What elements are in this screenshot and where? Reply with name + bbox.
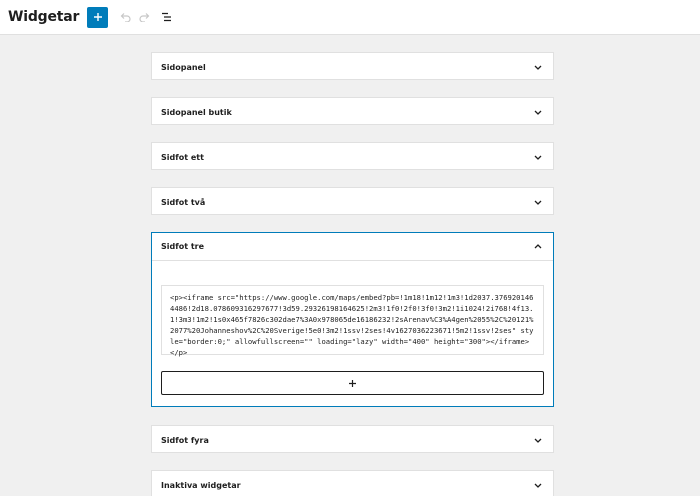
chevron-down-icon [533, 197, 543, 207]
widget-area-sidfot-fyra: Sidfot fyra [151, 425, 554, 453]
list-view-button[interactable] [159, 9, 175, 25]
html-code[interactable]: <p><iframe src="https://www.google.com/m… [170, 292, 535, 358]
widget-area-sidfot-tre: Sidfot tre <p><iframe src="https://www.g… [151, 232, 554, 407]
widget-area-toggle[interactable]: Sidfot fyra [152, 426, 553, 454]
widget-area-title: Inaktiva widgetar [161, 480, 241, 490]
page-title: Widgetar [8, 9, 80, 25]
chevron-down-icon [533, 107, 543, 117]
redo-button[interactable] [137, 9, 153, 25]
chevron-down-icon [533, 480, 543, 490]
undo-icon [120, 13, 131, 22]
widget-area-content: <p><iframe src="https://www.google.com/m… [152, 261, 553, 404]
widget-area-title: Sidfot tre [161, 242, 205, 251]
widget-area-title: Sidopanel butik [161, 107, 232, 117]
chevron-down-icon [533, 152, 543, 162]
list-view-icon [162, 12, 172, 22]
widget-area-toggle[interactable]: Sidfot ett [152, 143, 553, 171]
undo-button[interactable] [117, 9, 133, 25]
add-widget-button[interactable] [161, 371, 544, 395]
widget-area-sidopanel: Sidopanel [151, 52, 554, 80]
widget-area-sidfot-ett: Sidfot ett [151, 142, 554, 170]
widget-area-title: Sidfot ett [161, 152, 204, 162]
widget-area-toggle[interactable]: Sidopanel butik [152, 98, 553, 126]
widget-area-toggle[interactable]: Sidopanel [152, 53, 553, 81]
widget-area-title: Sidfot två [161, 197, 206, 207]
plus-icon [349, 379, 356, 387]
redo-icon [139, 13, 150, 22]
custom-html-block[interactable]: <p><iframe src="https://www.google.com/m… [161, 285, 544, 358]
widget-area-title: Sidfot fyra [161, 435, 209, 445]
add-block-button[interactable] [87, 6, 109, 28]
widget-area-toggle[interactable]: Inaktiva widgetar [152, 471, 553, 496]
widget-area-sidopanel-butik: Sidopanel butik [151, 97, 554, 125]
widget-area-toggle[interactable]: Sidfot tre [152, 233, 553, 261]
widget-area-title: Sidopanel [161, 62, 206, 72]
widget-area-inaktiva: Inaktiva widgetar [151, 470, 554, 496]
plus-icon [93, 13, 102, 21]
chevron-down-icon [533, 62, 543, 72]
chevron-down-icon [533, 435, 543, 445]
chevron-up-icon [533, 242, 543, 252]
widget-area-sidfot-tva: Sidfot två [151, 187, 554, 215]
top-toolbar: Widgetar [0, 0, 700, 35]
widget-area-toggle[interactable]: Sidfot två [152, 188, 553, 216]
